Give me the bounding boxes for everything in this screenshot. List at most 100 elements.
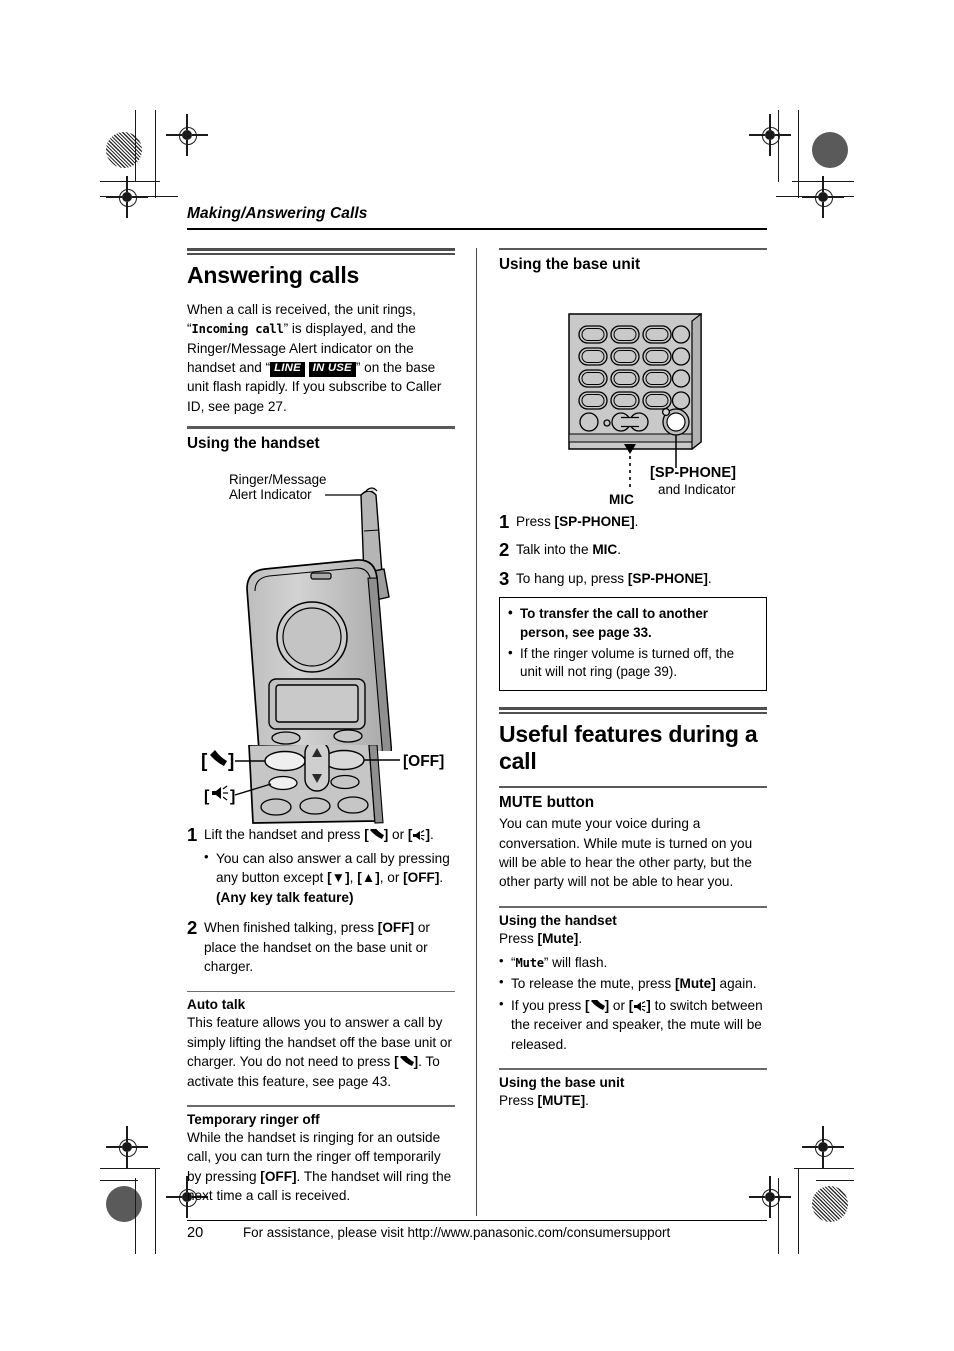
crop-line — [794, 1168, 854, 1170]
step-1-text-mid: or — [388, 826, 408, 842]
key-speaker-inline: [] — [628, 997, 651, 1013]
handset-dial-key-3 — [337, 795, 369, 814]
sp-phone-indicator — [661, 407, 671, 416]
bullet-part-4: . — [439, 870, 444, 886]
key-side-3 — [671, 369, 691, 388]
handset-speaker-key — [268, 775, 298, 790]
right-column: Using the base unit [SP-PHONE] and Indic… — [499, 247, 767, 1216]
rule-temporary-ringer-off — [187, 1105, 455, 1107]
manual-page: Making/Answering Calls Answering calls W… — [187, 205, 767, 1241]
crop-line — [798, 1168, 800, 1254]
bullet-after: again. — [715, 976, 757, 992]
footer-support-text: For assistance, please visit http://www.… — [243, 1224, 671, 1240]
key-sp-phone: [SP-PHONE] — [627, 570, 708, 586]
callout-ringer-indicator-line2: Alert Indicator — [229, 487, 312, 502]
indicator-small-dot — [603, 419, 611, 427]
key-mute-label: MUTE — [542, 1092, 581, 1108]
step-after: . — [707, 570, 712, 586]
base-unit-figure: [SP-PHONE] and Indicator MIC — [499, 282, 767, 512]
step-2-base: 2 Talk into the MIC. — [499, 539, 767, 561]
step-text: Lift the handset and press [] or []. You… — [204, 825, 455, 910]
crop-line — [778, 1178, 780, 1254]
registration-dot-top-right — [812, 132, 848, 168]
crop-line — [155, 110, 157, 198]
page-title-useful-features: Useful features during a call — [499, 720, 758, 774]
step-text: Talk into the MIC. — [516, 540, 767, 559]
rule-auto-talk — [187, 990, 455, 993]
step-number: 2 — [499, 539, 510, 561]
heading-temporary-ringer-off: Temporary ringer off — [187, 1111, 320, 1127]
running-head-rule — [187, 228, 767, 230]
step-text: When finished talking, press [OFF] or pl… — [204, 918, 455, 976]
callout-ringer-indicator-line1: Ringer/Message — [229, 472, 327, 487]
handset-lower-keys-illustration: [ ] [ ] [OFF] — [201, 744, 444, 824]
callout-mic-label: MIC — [609, 492, 634, 507]
registration-mark-top-right-a — [749, 114, 791, 156]
step-1-text-before: Lift the handset and press — [204, 826, 365, 842]
bullet-tail: will flash. — [548, 955, 608, 971]
registration-dot-top-left — [106, 132, 142, 168]
paragraph-press-mute-handset: Press [Mute]. — [499, 929, 767, 948]
up-arrow-icon: ▲ — [361, 870, 376, 886]
display-text-incoming-call: Incoming call — [191, 322, 284, 337]
key-talk-inline: [] — [585, 997, 610, 1013]
two-column-body: Answering calls When a call is received,… — [187, 247, 767, 1216]
step-text: Press [SP-PHONE]. — [516, 512, 767, 531]
step-before: To hang up, press — [516, 570, 628, 586]
key-bottom-round — [579, 412, 599, 432]
bullet-switch-receiver-speaker: If you press [] or [] to switch between … — [499, 995, 767, 1054]
softkey-right — [333, 728, 363, 743]
note-ringer-volume: If the ringer volume is turned off, the … — [508, 644, 757, 682]
svg-text:]: ] — [230, 788, 235, 805]
crop-line — [135, 1178, 137, 1254]
key-side-1 — [671, 325, 691, 344]
crop-line — [155, 1168, 157, 1254]
bullet-part-3: , or — [379, 870, 404, 886]
callout-talk-key-label: [ ] — [201, 749, 234, 772]
step-after: . — [634, 513, 639, 529]
page-footer: 20 For assistance, please visit http://w… — [187, 1221, 767, 1241]
rule-mute-handset — [499, 905, 767, 908]
key-off-label: OFF — [264, 1168, 293, 1184]
callout-and-indicator-label: and Indicator — [658, 482, 736, 497]
bullet-mute-will-flash: “Mute” will flash. — [499, 952, 767, 972]
key-mute: [Mute] — [537, 930, 579, 946]
svg-text:[: [ — [201, 751, 208, 772]
subhead-rule-using-handset — [187, 426, 455, 429]
step-1-handset: 1 Lift the handset and press [] or []. Y… — [187, 824, 455, 910]
rule-mute-base-unit — [499, 1068, 767, 1070]
handset-figure: Ringer/Message Alert Indicator [] [] [… — [187, 461, 455, 825]
subhead-rule-using-base-unit — [499, 247, 767, 250]
registration-dot-bottom-left — [106, 1186, 142, 1222]
bullet-mid: or — [609, 997, 629, 1013]
step-before: Press — [516, 513, 555, 529]
key-off: [OFF] — [260, 1168, 297, 1184]
base-unit-illustration: [SP-PHONE] and Indicator MIC — [568, 312, 736, 507]
subhead-using-the-base-unit: Using the base unit — [499, 255, 641, 273]
badge-in-use: IN USE — [308, 362, 356, 377]
key-mute: [Mute] — [674, 976, 716, 992]
talk-handset-icon — [399, 1056, 414, 1067]
handset-body — [246, 558, 393, 751]
key-down-arrow: [▼] — [327, 870, 350, 886]
callout-off-key-label: [OFF] — [403, 753, 444, 770]
key-off-label: OFF — [382, 920, 410, 936]
page-number: 20 — [187, 1224, 204, 1241]
section-rule-useful-features — [499, 706, 767, 714]
talk-handset-icon — [369, 828, 384, 839]
heading-mute-using-handset: Using the handset — [499, 912, 617, 928]
registration-mark-bottom-right-a — [802, 1126, 844, 1168]
key-talk-inline: [] — [394, 1054, 419, 1070]
handset-off-key — [323, 749, 365, 770]
crop-line — [792, 181, 854, 183]
step-text: To hang up, press [SP-PHONE]. — [516, 569, 767, 588]
mic-emphasis: MIC — [592, 542, 618, 558]
bullet-before: To release the mute, press — [511, 976, 675, 992]
crop-line — [100, 181, 160, 183]
registration-dot-bottom-right — [812, 1186, 848, 1222]
crop-line — [100, 1168, 160, 1170]
press-before: Press — [499, 1092, 538, 1108]
key-mute-label: Mute — [679, 976, 712, 992]
key-mute-label: Mute — [542, 930, 574, 946]
paragraph-temporary-ringer-off: While the handset is ringing for an outs… — [187, 1128, 455, 1206]
